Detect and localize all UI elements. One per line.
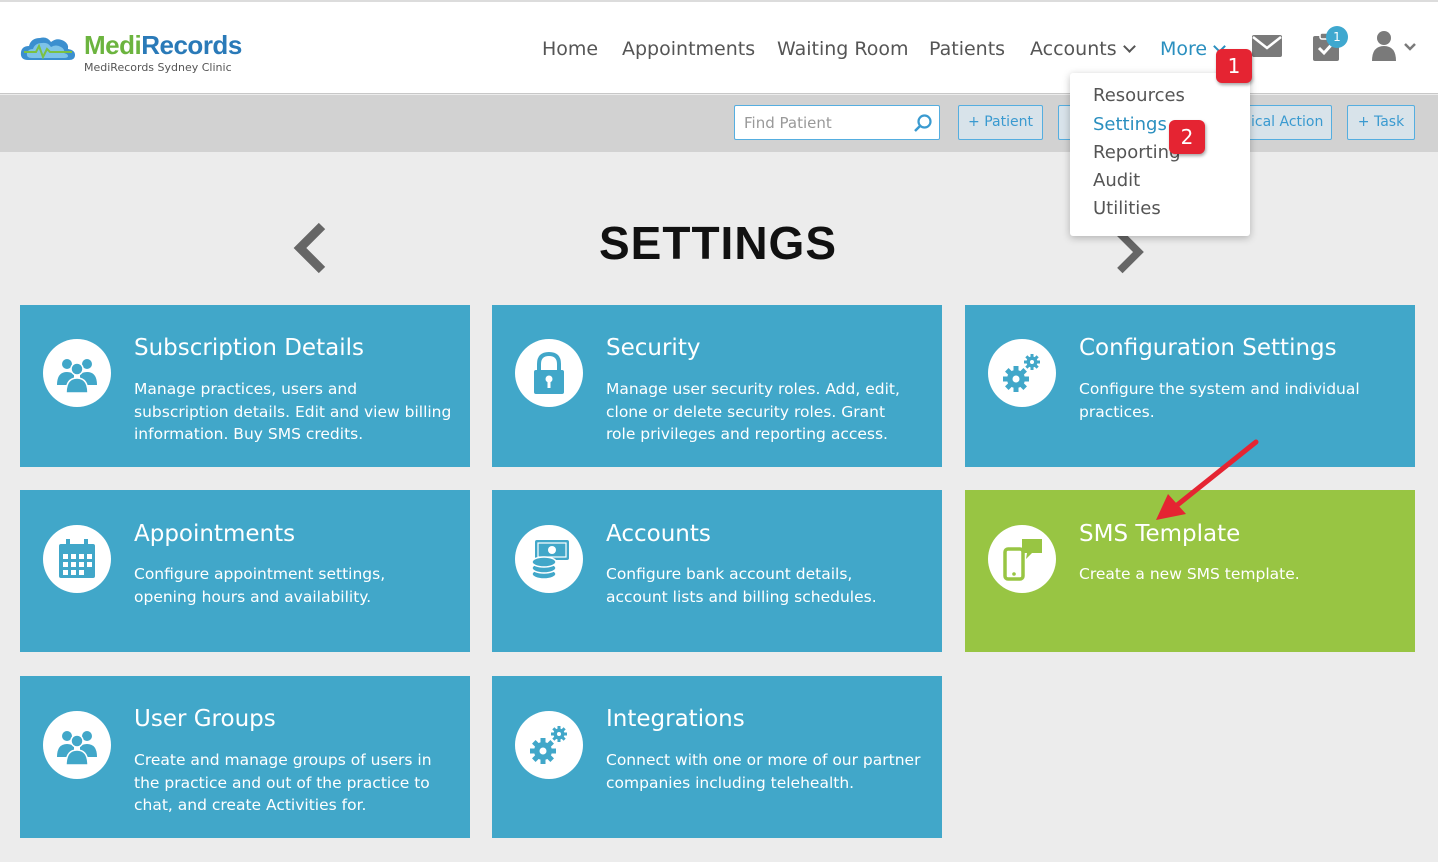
phone-message-icon: [1003, 539, 1042, 581]
search-icon[interactable]: [913, 113, 933, 133]
tile-accounts[interactable]: Accounts Configure bank account details,…: [492, 490, 942, 652]
calendar-icon: [59, 539, 95, 578]
page-title: SETTINGS: [598, 217, 838, 269]
cloud-logo-icon: [20, 37, 75, 60]
tile-icon-circle: [43, 339, 111, 407]
tile-title: User Groups: [134, 706, 276, 732]
tile-icon-circle: [988, 339, 1056, 407]
clinic-name: MediRecords Sydney Clinic: [84, 61, 232, 74]
nav-waiting-room[interactable]: Waiting Room: [777, 38, 908, 64]
nav-accounts-label: Accounts: [1030, 38, 1117, 60]
step-callout-2: 2: [1169, 120, 1205, 154]
nav-appointments-label: Appointments: [622, 38, 756, 60]
brand-medi: Medi: [84, 30, 142, 60]
mail-icon[interactable]: [1252, 35, 1282, 57]
tile-description: Create and manage groups of users in the…: [134, 751, 432, 814]
tile-description: Configure the system and individual prac…: [1079, 380, 1360, 421]
nav-accounts[interactable]: Accounts: [1030, 38, 1136, 64]
menu-item-settings[interactable]: Settings: [1093, 114, 1167, 135]
tasks-count-badge: 1: [1326, 26, 1348, 48]
users-icon: [57, 731, 97, 766]
tile-icon-circle: [988, 525, 1056, 593]
nav-patients[interactable]: Patients: [929, 38, 1005, 64]
brand-records: Records: [141, 30, 242, 60]
step-callout-1: 1: [1216, 49, 1252, 83]
user-menu-icon[interactable]: [1372, 30, 1416, 62]
next-arrow-icon[interactable]: [1110, 230, 1150, 274]
previous-arrow-icon[interactable]: [290, 222, 330, 274]
annotation-arrow-icon: [1156, 439, 1259, 520]
gears-icon: [530, 726, 567, 764]
add-patient-button[interactable]: + Patient: [958, 105, 1043, 140]
tile-icon-circle: [43, 525, 111, 593]
tile-description: Manage practices, users and subscription…: [134, 380, 452, 443]
nav-appointments[interactable]: Appointments: [622, 38, 755, 64]
tile-icon-circle: [43, 711, 111, 779]
more-dropdown-menu: Resources Settings Reporting Audit Utili…: [1070, 73, 1250, 236]
nav-home-label: Home: [542, 38, 599, 60]
menu-item-utilities[interactable]: Utilities: [1093, 198, 1161, 219]
gears-icon: [1003, 354, 1040, 392]
nav-patients-label: Patients: [929, 38, 1006, 60]
tile-integrations[interactable]: Integrations Connect with one or more of…: [492, 676, 942, 838]
tile-security[interactable]: Security Manage user security roles. Add…: [492, 305, 942, 467]
find-patient-search: [734, 105, 940, 140]
tile-title: Configuration Settings: [1079, 335, 1337, 361]
tile-appointments[interactable]: Appointments Configure appointment setti…: [20, 490, 470, 652]
menu-item-resources[interactable]: Resources: [1093, 85, 1185, 106]
tile-title: Accounts: [606, 521, 711, 547]
tile-icon-circle: [515, 339, 583, 407]
menu-item-audit[interactable]: Audit: [1093, 170, 1140, 191]
tile-title: Subscription Details: [134, 335, 364, 361]
tile-description: Manage user security roles. Add, edit, c…: [606, 380, 900, 443]
clinical-action-button[interactable]: ical Action: [1236, 105, 1332, 140]
tile-title: Integrations: [606, 706, 745, 732]
brand-name: MediRecords: [84, 30, 242, 61]
nav-waiting-room-label: Waiting Room: [777, 38, 909, 60]
tile-icon-circle: [515, 525, 583, 593]
tile-description: Create a new SMS template.: [1079, 565, 1300, 583]
tile-subscription-details[interactable]: Subscription Details Manage practices, u…: [20, 305, 470, 467]
tile-icon-circle: [515, 711, 583, 779]
add-task-button[interactable]: + Task: [1347, 105, 1415, 140]
tile-user-groups[interactable]: User Groups Create and manage groups of …: [20, 676, 470, 838]
lock-icon: [534, 351, 564, 394]
nav-more[interactable]: More: [1160, 38, 1226, 64]
nav-home[interactable]: Home: [542, 38, 598, 64]
chevron-down-icon: [1122, 40, 1136, 53]
tile-title: Security: [606, 335, 701, 361]
find-patient-input[interactable]: [735, 106, 905, 139]
tile-description: Configure appointment settings, opening …: [134, 565, 386, 606]
tile-title: Appointments: [134, 521, 296, 547]
nav-more-label: More: [1160, 38, 1208, 60]
money-icon: [531, 540, 569, 580]
menu-item-reporting[interactable]: Reporting: [1093, 142, 1181, 163]
medirecords-logo[interactable]: MediRecords MediRecords Sydney Clinic: [20, 30, 260, 78]
tile-description: Connect with one or more of our partner …: [606, 751, 921, 792]
tile-description: Configure bank account details, account …: [606, 565, 877, 606]
users-icon: [57, 359, 97, 394]
